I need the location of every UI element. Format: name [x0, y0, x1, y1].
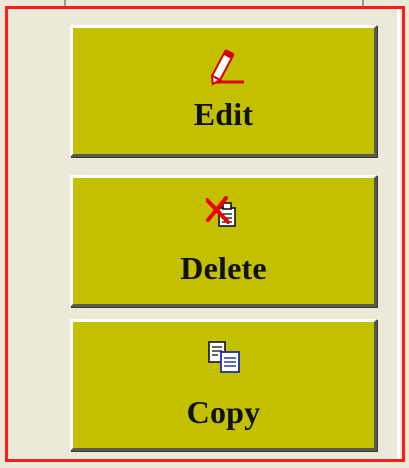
- copy-button[interactable]: Copy: [70, 319, 377, 451]
- delete-button-label: Delete: [180, 250, 267, 286]
- delete-document-icon: [205, 196, 236, 227]
- action-button-panel: Edit Delete Copy: [5, 6, 405, 462]
- edit-button[interactable]: Edit: [70, 25, 377, 157]
- pencil-icon: [210, 49, 244, 86]
- panel-edge-highlight: [397, 9, 400, 459]
- action-panel-window: Edit Delete Copy: [0, 0, 409, 468]
- copy-documents-icon: [207, 341, 240, 373]
- copy-button-label: Copy: [186, 394, 261, 430]
- delete-button[interactable]: Delete: [70, 175, 377, 307]
- edit-button-label: Edit: [193, 96, 254, 132]
